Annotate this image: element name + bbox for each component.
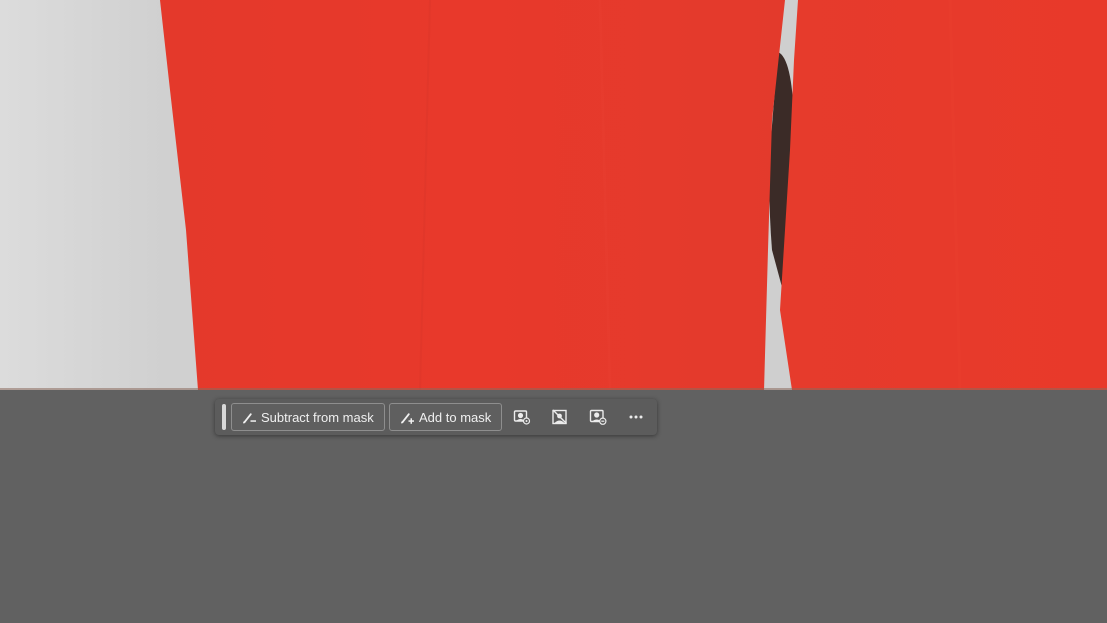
mask-overlay-button[interactable] bbox=[587, 406, 609, 428]
brush-plus-icon bbox=[399, 409, 415, 425]
drag-handle[interactable] bbox=[222, 404, 226, 430]
more-options-icon bbox=[627, 408, 645, 426]
subtract-from-mask-button[interactable]: Subtract from mask bbox=[231, 403, 385, 431]
invert-mask-icon bbox=[551, 408, 569, 426]
canvas-image[interactable] bbox=[0, 0, 1107, 390]
more-options-button[interactable] bbox=[625, 406, 647, 428]
mask-settings-icon bbox=[513, 408, 531, 426]
add-to-mask-label: Add to mask bbox=[419, 409, 492, 425]
contextual-task-bar: Subtract from mask Add to mask bbox=[215, 399, 657, 435]
brush-minus-icon bbox=[241, 409, 257, 425]
add-to-mask-button[interactable]: Add to mask bbox=[389, 403, 502, 431]
mask-settings-button[interactable] bbox=[511, 406, 533, 428]
subtract-from-mask-label: Subtract from mask bbox=[261, 409, 374, 425]
invert-mask-button[interactable] bbox=[549, 406, 571, 428]
photo-garment bbox=[0, 0, 1107, 390]
mask-overlay-icon bbox=[589, 408, 607, 426]
